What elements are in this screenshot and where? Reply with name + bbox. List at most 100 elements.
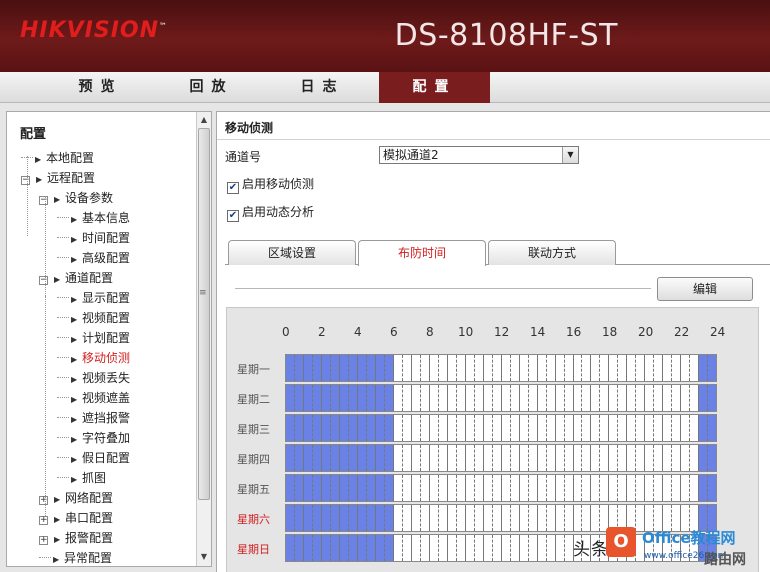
- schedule-cell-armed[interactable]: [339, 355, 349, 381]
- schedule-cell[interactable]: [484, 415, 493, 441]
- sidebar-item[interactable]: ▶ 字符叠加: [57, 428, 130, 448]
- schedule-cell[interactable]: [457, 505, 466, 531]
- schedule-cell[interactable]: [654, 355, 664, 381]
- schedule-cell[interactable]: [547, 505, 556, 531]
- schedule-cell[interactable]: [663, 415, 673, 441]
- collapse-icon[interactable]: −: [39, 276, 48, 285]
- schedule-cell[interactable]: [502, 535, 511, 561]
- schedule-cell-armed[interactable]: [303, 505, 313, 531]
- schedule-cell-armed[interactable]: [366, 505, 376, 531]
- sidebar-item[interactable]: ▶ 移动侦测: [57, 348, 130, 368]
- schedule-cell-armed[interactable]: [312, 355, 322, 381]
- schedule-cell[interactable]: [609, 415, 619, 441]
- schedule-cell[interactable]: [609, 475, 619, 501]
- schedule-cell[interactable]: [502, 355, 511, 381]
- schedule-cell[interactable]: [475, 355, 484, 381]
- schedule-cell-armed[interactable]: [699, 475, 709, 501]
- schedule-cell[interactable]: [403, 415, 412, 441]
- sidebar-item[interactable]: + ▶ 串口配置: [39, 508, 113, 528]
- schedule-cell[interactable]: [582, 475, 592, 501]
- schedule-cell-armed[interactable]: [339, 415, 349, 441]
- schedule-cell[interactable]: [627, 475, 637, 501]
- schedule-day-row[interactable]: [285, 474, 717, 502]
- schedule-cell-armed[interactable]: [286, 385, 295, 411]
- schedule-cell-armed[interactable]: [294, 415, 304, 441]
- nav-log[interactable]: 日志: [267, 72, 378, 103]
- schedule-cell[interactable]: [448, 385, 457, 411]
- schedule-cell[interactable]: [600, 355, 610, 381]
- schedule-cell[interactable]: [654, 445, 664, 471]
- schedule-cell[interactable]: [493, 445, 502, 471]
- schedule-cell[interactable]: [421, 505, 430, 531]
- schedule-cell[interactable]: [511, 475, 520, 501]
- schedule-cell[interactable]: [565, 475, 574, 501]
- schedule-cell[interactable]: [439, 385, 448, 411]
- schedule-cell[interactable]: [591, 445, 601, 471]
- schedule-cell[interactable]: [636, 475, 646, 501]
- schedule-cell-armed[interactable]: [708, 475, 717, 501]
- schedule-cell-armed[interactable]: [330, 475, 340, 501]
- schedule-cell-armed[interactable]: [321, 355, 331, 381]
- schedule-cell-armed[interactable]: [339, 535, 349, 561]
- collapse-icon[interactable]: −: [21, 176, 30, 185]
- schedule-cell[interactable]: [412, 355, 421, 381]
- schedule-cell-armed[interactable]: [375, 475, 385, 501]
- schedule-cell[interactable]: [520, 385, 529, 411]
- schedule-cell[interactable]: [574, 445, 583, 471]
- schedule-cell[interactable]: [654, 415, 664, 441]
- schedule-cell[interactable]: [538, 475, 547, 501]
- schedule-cell[interactable]: [574, 355, 583, 381]
- schedule-cell[interactable]: [466, 385, 475, 411]
- schedule-cell[interactable]: [466, 415, 475, 441]
- schedule-cell[interactable]: [439, 535, 448, 561]
- schedule-cell[interactable]: [412, 415, 421, 441]
- schedule-cell[interactable]: [582, 385, 592, 411]
- schedule-cell-armed[interactable]: [339, 385, 349, 411]
- schedule-cell-armed[interactable]: [312, 445, 322, 471]
- tab-schedule[interactable]: 布防时间: [358, 240, 486, 266]
- schedule-cell[interactable]: [484, 505, 493, 531]
- schedule-cell-armed[interactable]: [699, 385, 709, 411]
- schedule-cell[interactable]: [493, 535, 502, 561]
- schedule-cell[interactable]: [618, 415, 628, 441]
- schedule-cell[interactable]: [502, 445, 511, 471]
- sidebar-item[interactable]: ▶ 时间配置: [57, 228, 130, 248]
- schedule-cell[interactable]: [475, 475, 484, 501]
- schedule-cell[interactable]: [493, 415, 502, 441]
- schedule-cell-armed[interactable]: [330, 355, 340, 381]
- schedule-cell-armed[interactable]: [330, 415, 340, 441]
- schedule-cell[interactable]: [618, 475, 628, 501]
- schedule-cell[interactable]: [430, 475, 439, 501]
- schedule-cell-armed[interactable]: [375, 505, 385, 531]
- schedule-cell[interactable]: [538, 505, 547, 531]
- schedule-cell[interactable]: [663, 475, 673, 501]
- schedule-cell[interactable]: [502, 505, 511, 531]
- schedule-cell[interactable]: [448, 505, 457, 531]
- schedule-cell[interactable]: [520, 535, 529, 561]
- schedule-cell[interactable]: [520, 415, 529, 441]
- schedule-cell[interactable]: [466, 505, 475, 531]
- schedule-cell[interactable]: [591, 475, 601, 501]
- schedule-cell[interactable]: [681, 415, 691, 441]
- schedule-cell[interactable]: [627, 385, 637, 411]
- schedule-cell-armed[interactable]: [312, 505, 322, 531]
- schedule-cell-armed[interactable]: [708, 445, 717, 471]
- schedule-cell-armed[interactable]: [321, 445, 331, 471]
- schedule-cell[interactable]: [475, 415, 484, 441]
- schedule-cell[interactable]: [430, 505, 439, 531]
- schedule-cell[interactable]: [394, 445, 403, 471]
- schedule-cell[interactable]: [565, 385, 574, 411]
- schedule-cell[interactable]: [448, 415, 457, 441]
- schedule-cell-armed[interactable]: [699, 445, 709, 471]
- schedule-cell[interactable]: [529, 385, 538, 411]
- schedule-cell[interactable]: [448, 445, 457, 471]
- schedule-cell[interactable]: [412, 385, 421, 411]
- checkbox-checked-icon[interactable]: ✔: [227, 210, 239, 222]
- schedule-cell-armed[interactable]: [312, 475, 322, 501]
- schedule-cell[interactable]: [556, 475, 565, 501]
- schedule-cell-armed[interactable]: [321, 475, 331, 501]
- schedule-cell[interactable]: [663, 445, 673, 471]
- schedule-cell[interactable]: [403, 505, 412, 531]
- schedule-cell-armed[interactable]: [321, 505, 331, 531]
- schedule-cell-armed[interactable]: [286, 415, 295, 441]
